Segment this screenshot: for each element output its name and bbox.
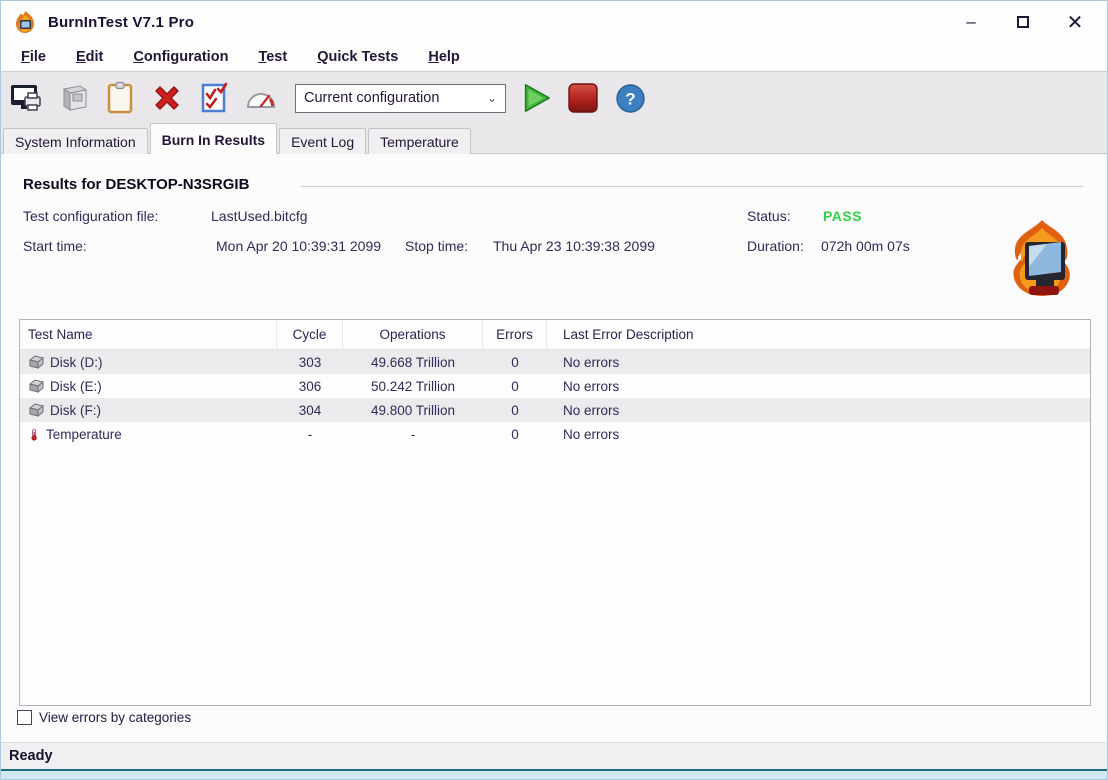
tab-strip: System Information Burn In Results Event… bbox=[1, 124, 1107, 154]
cell-last-error: No errors bbox=[547, 355, 1090, 370]
play-icon bbox=[519, 80, 553, 116]
cell-operations: 49.668 Trillion bbox=[343, 355, 483, 370]
print-report-icon bbox=[9, 81, 43, 115]
results-heading: Results for DESKTOP-N3SRGIB bbox=[23, 176, 249, 193]
start-tests-button[interactable] bbox=[519, 81, 553, 115]
cell-errors: 0 bbox=[483, 403, 547, 418]
svg-text:?: ? bbox=[625, 89, 635, 108]
table-header-row: Test Name Cycle Operations Errors Last E… bbox=[20, 320, 1090, 350]
cell-test-name: Disk (F:) bbox=[50, 403, 101, 418]
tab-system-information[interactable]: System Information bbox=[3, 128, 148, 154]
maximize-button[interactable] bbox=[997, 1, 1049, 43]
duration-label: Duration: bbox=[747, 238, 804, 254]
gauge-icon bbox=[244, 81, 278, 115]
disk-icon bbox=[28, 403, 45, 418]
header-last-error[interactable]: Last Error Description bbox=[547, 320, 1090, 349]
gauge-button[interactable] bbox=[244, 81, 278, 115]
menu-edit[interactable]: Edit bbox=[66, 49, 113, 65]
header-operations[interactable]: Operations bbox=[343, 320, 483, 349]
disk-icon bbox=[28, 379, 45, 394]
help-button[interactable]: ? bbox=[613, 81, 647, 115]
cell-cycle: 306 bbox=[277, 379, 343, 394]
header-cycle[interactable]: Cycle bbox=[277, 320, 343, 349]
start-time-label: Start time: bbox=[23, 238, 87, 254]
title-bar: BurnInTest V7.1 Pro – ✕ bbox=[1, 1, 1107, 43]
test-selection-button[interactable] bbox=[197, 81, 231, 115]
system-summary-icon bbox=[56, 81, 90, 115]
view-errors-checkbox[interactable] bbox=[17, 710, 32, 725]
heading-rule bbox=[301, 186, 1083, 187]
test-selection-checklist-icon bbox=[197, 81, 231, 115]
window-bottom-border bbox=[1, 771, 1107, 779]
cell-test-name: Disk (E:) bbox=[50, 379, 102, 394]
cell-operations: 50.242 Trillion bbox=[343, 379, 483, 394]
cell-errors: 0 bbox=[483, 427, 547, 442]
cell-operations: - bbox=[343, 427, 483, 442]
close-button[interactable]: ✕ bbox=[1049, 1, 1101, 43]
help-question-icon: ? bbox=[615, 83, 646, 114]
cell-cycle: 303 bbox=[277, 355, 343, 370]
clipboard-button[interactable] bbox=[103, 81, 137, 115]
menu-file[interactable]: File bbox=[11, 49, 56, 65]
burning-monitor-logo bbox=[1003, 218, 1081, 298]
results-table: Test Name Cycle Operations Errors Last E… bbox=[19, 319, 1091, 706]
table-row[interactable]: Disk (E:) 306 50.242 Trillion 0 No error… bbox=[20, 374, 1090, 398]
window-title: BurnInTest V7.1 Pro bbox=[48, 14, 194, 31]
table-row[interactable]: Disk (D:) 303 49.668 Trillion 0 No error… bbox=[20, 350, 1090, 374]
stop-tests-button[interactable] bbox=[566, 81, 600, 115]
duration-value: 072h 00m 07s bbox=[821, 238, 910, 254]
header-errors[interactable]: Errors bbox=[483, 320, 547, 349]
app-flame-icon bbox=[13, 10, 37, 34]
configuration-select-value: Current configuration bbox=[304, 90, 487, 106]
clipboard-icon bbox=[103, 81, 137, 115]
menu-bar: File Edit Configuration Test Quick Tests… bbox=[1, 43, 1107, 72]
view-errors-checkbox-row: View errors by categories bbox=[17, 710, 191, 725]
menu-test[interactable]: Test bbox=[248, 49, 297, 65]
system-summary-button[interactable] bbox=[56, 81, 90, 115]
window-controls: – ✕ bbox=[945, 1, 1107, 43]
cell-errors: 0 bbox=[483, 355, 547, 370]
menu-configuration[interactable]: Configuration bbox=[123, 49, 238, 65]
tab-event-log[interactable]: Event Log bbox=[279, 128, 366, 154]
menu-help[interactable]: Help bbox=[418, 49, 469, 65]
cell-cycle: - bbox=[277, 427, 343, 442]
table-row[interactable]: Temperature - - 0 No errors bbox=[20, 422, 1090, 446]
start-time-value: Mon Apr 20 10:39:31 2099 bbox=[216, 238, 381, 254]
cell-test-name: Temperature bbox=[46, 427, 122, 442]
minimize-button[interactable]: – bbox=[945, 1, 997, 43]
menu-quick-tests[interactable]: Quick Tests bbox=[307, 49, 408, 65]
app-window: BurnInTest V7.1 Pro – ✕ File Edit Config… bbox=[0, 0, 1108, 780]
stop-time-value: Thu Apr 23 10:39:38 2099 bbox=[493, 238, 655, 254]
tab-burn-in-results[interactable]: Burn In Results bbox=[150, 123, 277, 154]
cell-last-error: No errors bbox=[547, 403, 1090, 418]
cell-last-error: No errors bbox=[547, 379, 1090, 394]
view-errors-checkbox-label: View errors by categories bbox=[39, 710, 191, 725]
configuration-select[interactable]: Current configuration ⌄ bbox=[295, 84, 506, 113]
cell-test-name: Disk (D:) bbox=[50, 355, 103, 370]
burn-in-results-panel: Results for DESKTOP-N3SRGIB Test configu… bbox=[1, 154, 1107, 742]
chevron-down-icon: ⌄ bbox=[487, 91, 497, 105]
config-file-value: LastUsed.bitcfg bbox=[211, 208, 308, 224]
print-report-button[interactable] bbox=[9, 81, 43, 115]
status-bar-text: Ready bbox=[9, 748, 53, 764]
thermometer-icon bbox=[28, 427, 41, 442]
header-test-name[interactable]: Test Name bbox=[20, 320, 277, 349]
disk-icon bbox=[28, 355, 45, 370]
toolbar: Current configuration ⌄ ? bbox=[1, 72, 1107, 124]
maximize-icon bbox=[1017, 16, 1029, 28]
cell-errors: 0 bbox=[483, 379, 547, 394]
status-value: PASS bbox=[823, 208, 862, 224]
cell-last-error: No errors bbox=[547, 427, 1090, 442]
clear-results-x-icon bbox=[150, 81, 184, 115]
status-label: Status: bbox=[747, 208, 791, 224]
status-bar: Ready bbox=[1, 742, 1107, 771]
cell-cycle: 304 bbox=[277, 403, 343, 418]
cell-operations: 49.800 Trillion bbox=[343, 403, 483, 418]
table-row[interactable]: Disk (F:) 304 49.800 Trillion 0 No error… bbox=[20, 398, 1090, 422]
clear-results-button[interactable] bbox=[150, 81, 184, 115]
stop-icon bbox=[567, 82, 599, 114]
config-file-label: Test configuration file: bbox=[23, 208, 158, 224]
tab-temperature[interactable]: Temperature bbox=[368, 128, 471, 154]
stop-time-label: Stop time: bbox=[405, 238, 468, 254]
